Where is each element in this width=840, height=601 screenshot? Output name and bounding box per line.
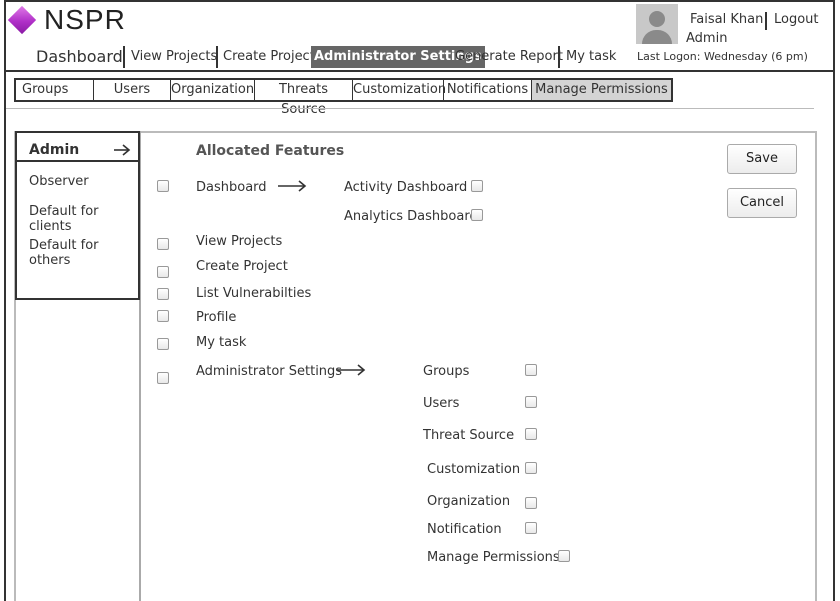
nav-view-projects[interactable]: View Projects [127, 46, 221, 68]
analytics-dashboard-label: Analytics Dashboard [344, 209, 478, 224]
avatar-body [642, 30, 672, 44]
view-projects-label: View Projects [196, 234, 283, 249]
nav-dashboard[interactable]: Dashboard [32, 46, 127, 68]
user-role: Admin [686, 31, 728, 46]
nav-my-task[interactable]: My task [562, 46, 620, 68]
dashboard-label: Dashboard [196, 180, 267, 195]
admin-customization-checkbox[interactable] [525, 462, 537, 474]
activity-dashboard-label: Activity Dashboard [344, 180, 468, 195]
nav-separator [123, 46, 125, 68]
my-task-label: My task [196, 335, 247, 350]
tab-threats-source[interactable]: Threats Source [255, 80, 353, 117]
cancel-button[interactable]: Cancel [727, 188, 797, 218]
settings-tabbar: Groups Users Organization Threats Source… [14, 78, 673, 117]
admin-notification-checkbox[interactable] [525, 522, 537, 534]
tab-manage-permissions[interactable]: Manage Permissions [532, 80, 671, 100]
role-selected-underline [17, 160, 138, 162]
header-divider [4, 70, 835, 72]
avatar-head [649, 11, 665, 27]
nav-generate-report[interactable]: Generate Report [451, 46, 567, 68]
app-logo: NSPR [44, 4, 126, 35]
profile-label: Profile [196, 310, 237, 325]
list-vulnerabilities-checkbox[interactable] [157, 288, 169, 300]
allocated-features-heading: Allocated Features [196, 143, 345, 159]
tab-groups[interactable]: Groups [16, 80, 94, 100]
last-logon: Last Logon: Wednesday (6 pm) [637, 50, 808, 63]
list-vulnerabilities-label: List Vulnerabilties [196, 286, 312, 301]
admin-manage-permissions-label: Manage Permissions [427, 550, 560, 565]
admin-groups-label: Groups [423, 364, 470, 379]
view-projects-checkbox[interactable] [157, 238, 169, 250]
tab-notifications[interactable]: Notifications [444, 80, 532, 100]
tab-users[interactable]: Users [94, 80, 171, 100]
admin-organization-checkbox[interactable] [525, 497, 537, 509]
activity-dashboard-checkbox[interactable] [471, 180, 483, 192]
admin-threat-source-checkbox[interactable] [525, 428, 537, 440]
user-name[interactable]: Faisal Khan [690, 12, 763, 27]
role-list: Admin Observer Default for clients Defau… [15, 131, 140, 300]
role-observer[interactable]: Observer [29, 174, 89, 189]
admin-users-checkbox[interactable] [525, 396, 537, 408]
analytics-dashboard-checkbox[interactable] [471, 209, 483, 221]
right-arrow-icon [113, 141, 131, 160]
user-avatar-icon[interactable] [636, 4, 678, 44]
right-arrow-icon [336, 362, 366, 381]
tab-divider [6, 108, 814, 109]
role-default-for-others[interactable]: Default for others [29, 238, 138, 268]
nav-separator [216, 46, 218, 68]
administrator-settings-label: Administrator Settings [196, 364, 343, 379]
my-task-checkbox[interactable] [157, 338, 169, 350]
nav-create-project[interactable]: Create Project [219, 46, 319, 68]
right-arrow-icon [277, 178, 307, 197]
admin-customization-label: Customization [427, 462, 521, 477]
admin-notification-label: Notification [427, 522, 502, 537]
create-project-checkbox[interactable] [157, 266, 169, 278]
save-button[interactable]: Save [727, 144, 797, 174]
admin-groups-checkbox[interactable] [525, 364, 537, 376]
create-project-label: Create Project [196, 259, 288, 274]
dashboard-checkbox[interactable] [157, 180, 169, 192]
user-separator [765, 12, 767, 30]
tab-organization[interactable]: Organization [171, 80, 255, 100]
admin-organization-label: Organization [427, 494, 511, 509]
admin-manage-permissions-checkbox[interactable] [558, 550, 570, 562]
role-default-for-clients[interactable]: Default for clients [29, 204, 138, 234]
profile-checkbox[interactable] [157, 310, 169, 322]
role-admin[interactable]: Admin [29, 142, 79, 158]
nav-separator [558, 46, 560, 68]
admin-users-label: Users [423, 396, 460, 411]
tab-customization[interactable]: Customization [353, 80, 446, 100]
logout-link[interactable]: Logout [774, 12, 819, 27]
admin-threat-source-label: Threat Source [423, 428, 515, 443]
administrator-settings-checkbox[interactable] [157, 372, 169, 384]
